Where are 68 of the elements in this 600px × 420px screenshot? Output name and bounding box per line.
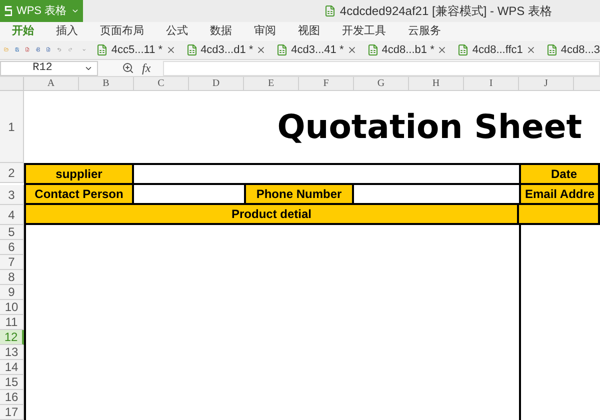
table-cell: Contact Person: [24, 185, 134, 205]
zoom-icon[interactable]: [122, 62, 134, 74]
row-header[interactable]: 10: [0, 300, 24, 315]
spreadsheet-icon: [276, 44, 288, 56]
spreadsheet-icon: [366, 44, 379, 56]
column-header[interactable]: E: [244, 77, 299, 91]
row-header[interactable]: 2: [0, 163, 24, 183]
menu-tab[interactable]: 审阅: [254, 23, 276, 40]
app-menu-button[interactable]: WPS 表格: [0, 0, 83, 22]
formula-field[interactable]: [162, 60, 600, 76]
column-header[interactable]: G: [354, 77, 409, 91]
close-icon[interactable]: [437, 44, 448, 55]
menu-tab[interactable]: 数据: [210, 23, 232, 40]
menu-tab[interactable]: 插入: [56, 23, 78, 40]
menu-tab[interactable]: 页面布局: [100, 23, 144, 40]
row-header[interactable]: 4: [0, 205, 24, 225]
row-header[interactable]: 13: [0, 345, 24, 360]
table-cell: supplier: [24, 163, 134, 185]
row-header[interactable]: 5: [0, 225, 24, 240]
fx-label[interactable]: fx: [142, 59, 151, 77]
table-cell: Email Addre: [519, 185, 600, 205]
row-header[interactable]: 3: [0, 185, 24, 205]
column-header[interactable]: A: [24, 77, 79, 91]
column-header[interactable]: D: [189, 77, 244, 91]
table-cell: Product detial: [24, 205, 519, 225]
name-box[interactable]: R12: [0, 60, 98, 76]
table-cell: Phone Number: [244, 185, 354, 205]
row-header[interactable]: 12: [0, 330, 24, 345]
menu-tab[interactable]: 公式: [166, 23, 188, 40]
menu-tab[interactable]: 开始: [12, 23, 34, 40]
table-cell: Date: [519, 163, 600, 185]
close-icon[interactable]: [166, 44, 176, 55]
row-header[interactable]: 16: [0, 390, 24, 405]
spreadsheet-icon: [546, 44, 558, 56]
document-tab[interactable]: 4cd8...b1 *: [362, 42, 448, 58]
close-icon[interactable]: [256, 44, 266, 55]
menu-tab[interactable]: 视图: [298, 23, 320, 40]
document-tab[interactable]: 4cd8...ffc1: [453, 42, 536, 58]
spreadsheet-icon: [457, 44, 470, 56]
document-tab[interactable]: 4cd3...41 *: [272, 42, 357, 58]
row-header[interactable]: 9: [0, 285, 24, 300]
menu-tab[interactable]: 开发工具: [342, 23, 386, 40]
spreadsheet-icon: [186, 44, 198, 56]
column-header[interactable]: C: [134, 77, 189, 91]
document-tab[interactable]: 4cd8...3: [542, 42, 600, 58]
row-header[interactable]: 8: [0, 270, 24, 285]
document-tab[interactable]: 4cd3...d1 *: [182, 42, 266, 58]
menu-tab[interactable]: 云服务: [408, 23, 441, 40]
row-header[interactable]: 1: [0, 91, 24, 163]
column-header[interactable]: J: [519, 77, 574, 91]
wps-logo-icon: [4, 5, 12, 17]
row-header[interactable]: 14: [0, 360, 24, 375]
row-header[interactable]: 15: [0, 375, 24, 390]
column-header[interactable]: I: [464, 77, 519, 91]
row-header[interactable]: 7: [0, 255, 24, 270]
spreadsheet-icon: [96, 44, 108, 56]
document-tab[interactable]: 4cc5...11 *: [92, 42, 176, 58]
row-header[interactable]: 11: [0, 315, 24, 330]
column-header[interactable]: H: [409, 77, 464, 91]
row-header[interactable]: 17: [0, 405, 24, 420]
sheet-title: Quotation Sheet: [277, 106, 582, 148]
close-icon[interactable]: [346, 44, 357, 55]
file-icon: [324, 5, 336, 17]
column-header[interactable]: F: [299, 77, 354, 91]
window-title: 4cdcded924af21 [兼容模式] - WPS 表格: [340, 3, 552, 20]
close-icon[interactable]: [526, 44, 536, 55]
row-header[interactable]: 6: [0, 240, 24, 255]
column-header[interactable]: B: [79, 77, 134, 91]
